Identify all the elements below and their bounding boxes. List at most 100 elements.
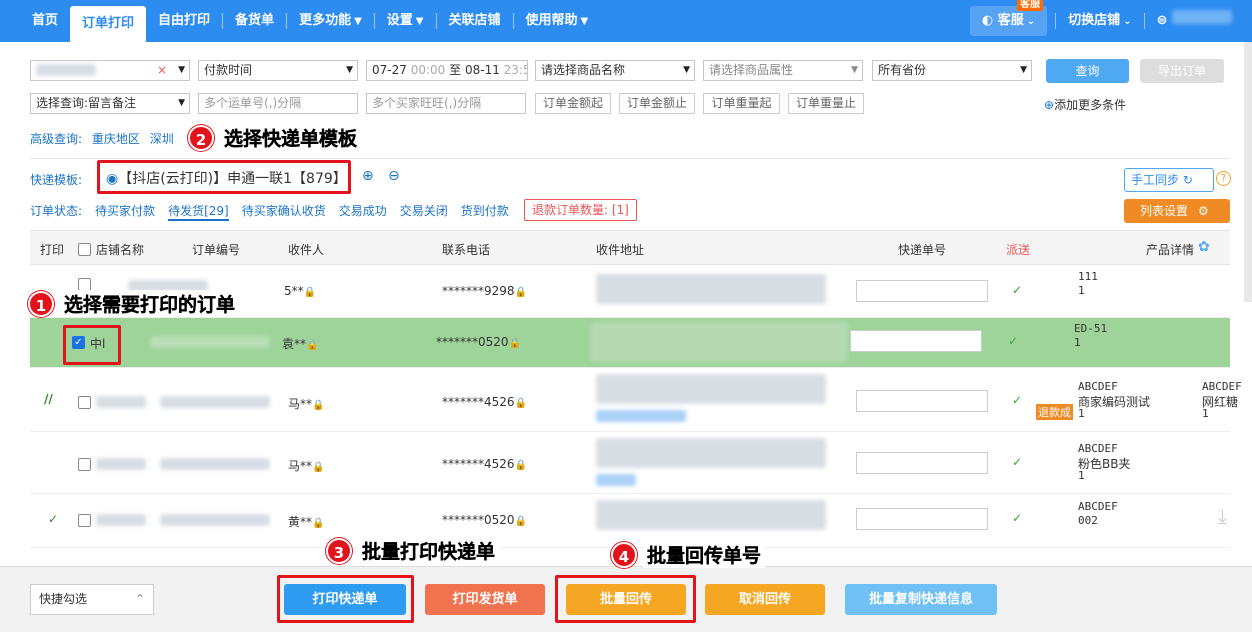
table-row[interactable]: ✓ 黄**🔒 *******0520🔒 ✓ ABCDEF 002 ⤓ — [30, 494, 1230, 548]
table-row[interactable]: 马**🔒 *******4526🔒 ✓ ABCDEF 粉色BB夹 1 — [30, 432, 1230, 494]
row-checkbox[interactable] — [78, 514, 91, 527]
phone: *******0520🔒 — [442, 513, 527, 527]
refund-tag: 退款成 — [1036, 404, 1073, 420]
tab-wait-confirm[interactable]: 待买家确认收货 — [242, 202, 326, 221]
nav-help[interactable]: 使用帮助 ▼ — [514, 0, 601, 42]
express-no-input[interactable] — [850, 330, 982, 352]
row-checkbox[interactable] — [78, 458, 91, 471]
col-order-no: 订单编号 — [192, 243, 241, 257]
help-icon[interactable]: ? — [1216, 171, 1231, 186]
phone: *******4526🔒 — [442, 395, 527, 409]
add-more-conditions[interactable]: ⊕添加更多条件 — [1044, 96, 1126, 113]
minus-template-icon[interactable]: ⊖ — [388, 168, 400, 184]
tab-wait-pay[interactable]: 待买家付款 — [95, 202, 155, 221]
address-blurred — [596, 374, 826, 404]
detail2-line3: 1 — [1202, 407, 1209, 420]
tab-wait-ship[interactable]: 待发货[29] — [168, 202, 229, 221]
buyer-input[interactable]: 多个买家旺旺(,)分隔 — [366, 93, 526, 114]
chat-icon: ◐ — [981, 13, 998, 28]
product-thumbnail[interactable] — [1036, 270, 1074, 310]
nav-user[interactable]: ⊜ — [1145, 0, 1252, 42]
nav-order-print[interactable]: 订单打印 — [70, 6, 147, 42]
callout-text: 批量回传单号 — [643, 541, 766, 568]
export-button[interactable]: 导出订单 — [1140, 59, 1224, 83]
receiver: 5**🔒 — [284, 284, 316, 298]
weight-from-input[interactable]: 订单重量起 — [703, 93, 780, 114]
province-select[interactable]: 所有省份 ▼ — [872, 60, 1032, 81]
amount-to-input[interactable]: 订单金额止 — [619, 93, 695, 114]
check-icon: ✓ — [1012, 511, 1023, 525]
status-label: 订单状态: — [30, 204, 83, 218]
tab-success[interactable]: 交易成功 — [339, 202, 387, 221]
express-no-input[interactable] — [856, 390, 988, 412]
express-no-input[interactable] — [856, 280, 988, 302]
tab-cod[interactable]: 货到付款 — [461, 202, 509, 221]
phone: *******0520🔒 — [436, 335, 521, 349]
product-attr-select[interactable]: 请选择商品属性 ▼ — [703, 60, 863, 81]
list-setting-button[interactable]: 列表设置 ⚙ — [1124, 199, 1230, 223]
receiver-text: 马** — [288, 459, 313, 473]
product-attr-value: 请选择商品属性 — [709, 63, 794, 77]
nav-switch-shop[interactable]: 切换店铺 ⌄ — [1056, 0, 1143, 42]
product-thumbnail[interactable] — [1032, 322, 1070, 362]
nav-settings[interactable]: 设置 ▼ — [375, 0, 436, 42]
table-row-selected[interactable]: ✓ 中l 袁**🔒 *******0520🔒 ✓ ED-51 1 — [30, 318, 1230, 368]
adv-link-shenzhen[interactable]: 深圳 — [150, 132, 174, 146]
shop-select[interactable]: × ▼ — [30, 60, 190, 81]
nav-more-label: 更多功能 — [299, 13, 352, 28]
product-thumbnail-2[interactable] — [1160, 380, 1198, 420]
cancel-return-button[interactable]: 取消回传 — [705, 584, 825, 615]
amount-from-input[interactable]: 订单金额起 — [535, 93, 611, 114]
col-print: 打印 — [40, 243, 65, 257]
chevron-down-icon: ▼ — [683, 65, 690, 75]
scrollbar[interactable] — [1244, 42, 1252, 302]
product-thumbnail[interactable] — [1036, 500, 1074, 540]
table-header: 打印 店铺名称 订单编号 收件人 联系电话 收件地址 快递单号 派送 产品详情 … — [30, 230, 1230, 265]
print-delivery-button[interactable]: 打印发货单 — [425, 584, 545, 615]
time-type-select[interactable]: 付款时间 ▼ — [198, 60, 358, 81]
express-no-input[interactable] — [856, 508, 988, 530]
nav-settings-label: 设置 — [386, 13, 413, 28]
add-template-icon[interactable]: ⊕ — [362, 168, 374, 184]
nav-kefu[interactable]: ◐ 客服 ⌄ 客服 — [969, 0, 1048, 36]
express-no-input[interactable] — [856, 452, 988, 474]
row-checkbox[interactable] — [78, 396, 91, 409]
product-thumbnail[interactable] — [1036, 442, 1074, 482]
lock-icon: 🔒 — [312, 400, 325, 411]
chevron-down-icon: ⌄ — [1026, 16, 1036, 27]
callout-2: 2 选择快递单模板 — [188, 124, 362, 151]
nav-free-print[interactable]: 自由打印 — [146, 0, 222, 42]
detail-line3: 1 — [1078, 407, 1085, 420]
callout-text: 选择需要打印的订单 — [60, 290, 240, 317]
weight-to-input[interactable]: 订单重量止 — [788, 93, 864, 114]
advanced-label: 高级查询: — [30, 132, 83, 146]
select-all-checkbox[interactable] — [78, 243, 91, 256]
clear-icon[interactable]: × — [157, 61, 167, 80]
quick-select-dropdown[interactable]: 快捷勾选 ⌃ — [30, 584, 154, 615]
waybill-input[interactable]: 多个运单号(,)分隔 — [198, 93, 358, 114]
adv-link-chongqing[interactable]: 重庆地区 — [92, 132, 140, 146]
refund-count-badge[interactable]: 退款订单数量: [1] — [524, 199, 637, 221]
gear-icon[interactable]: ✿ — [1198, 239, 1210, 255]
tab-closed[interactable]: 交易关闭 — [400, 202, 448, 221]
batch-copy-button[interactable]: 批量复制快递信息 — [845, 584, 997, 615]
time-from: 00:00 — [410, 63, 446, 77]
col-receiver: 收件人 — [288, 243, 325, 257]
receiver-text: 袁** — [282, 337, 307, 351]
callout-number: 2 — [188, 124, 214, 151]
select-query[interactable]: 选择查询:留言备注 ▼ — [30, 93, 190, 114]
list-setting-label: 列表设置 — [1140, 204, 1189, 218]
check-icon: ✓ — [1012, 283, 1023, 297]
nav-linked-shops[interactable]: 关联店铺 — [437, 0, 513, 42]
nav-more[interactable]: 更多功能 ▼ — [287, 0, 374, 42]
shop-name-blurred — [36, 64, 96, 76]
date-range-input[interactable]: 07-27 00:00 至 08-11 23:59 — [366, 60, 528, 81]
detail-line1: ABCDEF — [1078, 380, 1118, 393]
nav-stock-list[interactable]: 备货单 — [223, 0, 286, 42]
query-button[interactable]: 查询 — [1046, 59, 1129, 83]
manual-sync-button[interactable]: 手工同步 ↻ — [1124, 168, 1214, 192]
download-icon[interactable]: ⤓ — [1218, 504, 1227, 528]
product-name-select[interactable]: 请选择商品名称 ▼ — [535, 60, 695, 81]
nav-home[interactable]: 首页 — [20, 0, 70, 42]
table-row[interactable]: // 马**🔒 *******4526🔒 ✓ 退款成 ABCDEF 商家编码测试… — [30, 368, 1242, 432]
